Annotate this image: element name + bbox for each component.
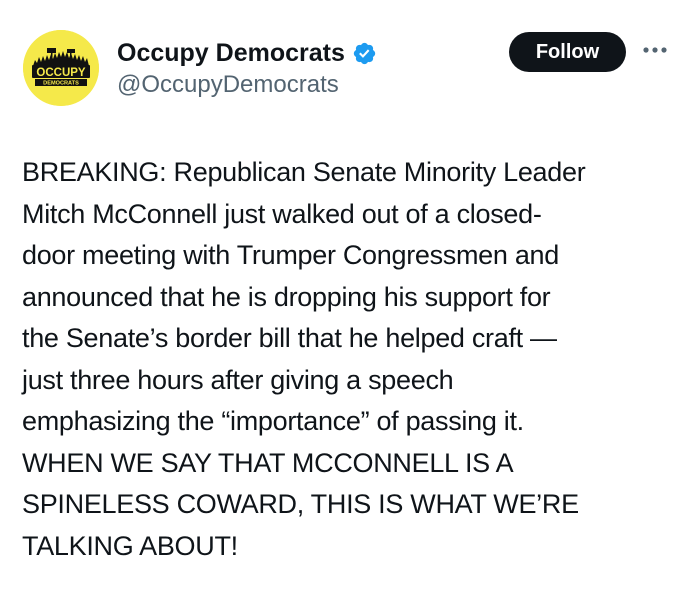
more-options-button[interactable] — [640, 38, 670, 62]
author-name-row[interactable]: Occupy Democrats — [117, 36, 377, 70]
occupy-democrats-logo-icon: OCCUPY DEMOCRATS — [23, 30, 99, 106]
tweet-text: BREAKING: Republican Senate Minority Lea… — [22, 152, 672, 567]
tweet-text-line: SPINELESS COWARD, THIS IS WHAT WE’RE — [22, 489, 579, 519]
author-handle[interactable]: @OccupyDemocrats — [117, 70, 339, 100]
follow-button[interactable]: Follow — [509, 32, 626, 72]
tweet-text-line: Mitch McConnell just walked out of a clo… — [22, 198, 542, 229]
tweet-text-line: door meeting with Trumper Congressmen an… — [22, 240, 559, 270]
tweet-text-line: BREAKING: Republican Senate Minority Lea… — [22, 157, 586, 187]
tweet-text-line: emphasizing the “importance” of passing … — [22, 406, 524, 436]
avatar[interactable]: OCCUPY DEMOCRATS — [23, 30, 99, 106]
more-horizontal-icon — [643, 47, 667, 53]
verified-badge-icon[interactable] — [352, 41, 377, 66]
avatar-text-bottom: DEMOCRATS — [43, 81, 79, 87]
tweet-text-line: TALKING ABOUT! — [22, 530, 238, 561]
tweet-text-line: the Senate’s border bill that he helped … — [22, 323, 557, 353]
tweet-card: OCCUPY DEMOCRATS Occupy Democrats @Occup… — [0, 0, 684, 600]
avatar-text-top: OCCUPY — [36, 67, 86, 79]
tweet-text-line: WHEN WE SAY THAT MCCONNELL IS A — [22, 447, 514, 478]
tweet-text-line: announced that he is dropping his suppor… — [22, 281, 551, 312]
tweet-text-line: just three hours after giving a speech — [22, 364, 454, 395]
display-name[interactable]: Occupy Democrats — [117, 36, 345, 70]
